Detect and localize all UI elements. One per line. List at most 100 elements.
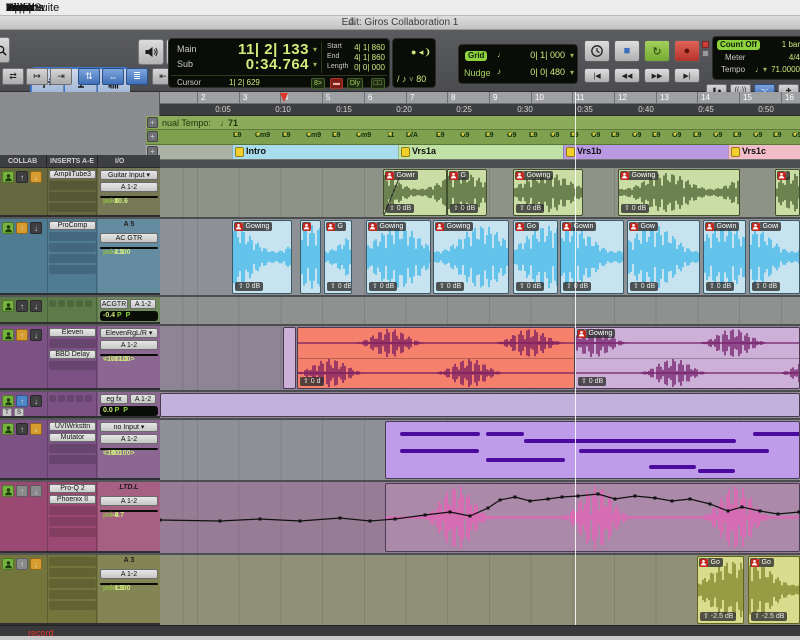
pre-roll-indicator[interactable]: 8> (311, 78, 325, 89)
bar-tick-16[interactable]: 16 (781, 92, 800, 104)
marker-flag-icon[interactable] (235, 147, 244, 157)
grid-note-icon[interactable]: ♩ (497, 50, 505, 59)
clip-gain-badge[interactable]: ⇧ -2.5 dB (751, 612, 787, 621)
insert-slot[interactable] (67, 395, 74, 402)
io-eg-fx[interactable]: eg fx (100, 394, 128, 404)
chord-symbol-G9[interactable]: ▼G9 (713, 132, 722, 139)
upload-arrow-icon[interactable]: ↑ (16, 222, 28, 234)
insert-procomp[interactable]: ProComp (49, 221, 96, 230)
download-arrow-icon[interactable]: ↓ (30, 423, 42, 435)
chord-symbol-E9[interactable]: ▼E9 (693, 132, 702, 139)
grid-value[interactable]: 0| 1| 000 (530, 50, 565, 60)
chord-symbol-Cm9[interactable]: ▼Cm9 (255, 132, 270, 139)
chord-symbol-E9[interactable]: ▼E9 (733, 132, 742, 139)
marker-region-vrs1a[interactable]: Vrs1a (398, 145, 563, 160)
insert-slot[interactable] (49, 455, 96, 464)
midi-note[interactable] (753, 432, 800, 436)
audio-clip[interactable]: ⇧ 0 d (297, 327, 575, 389)
bar-tick-6[interactable]: 6 (364, 92, 406, 104)
insert-eleven[interactable]: Eleven (49, 328, 96, 337)
collab-person-icon[interactable] (2, 558, 14, 570)
metronome-tempo-small[interactable]: / ♪ ˅ 80 (397, 74, 426, 84)
clip-gain-badge[interactable]: ⇧ 0 dB (578, 377, 606, 386)
collab-person-icon[interactable] (2, 329, 14, 341)
count-off-label[interactable]: Count Off (717, 40, 760, 50)
tempo-add-button[interactable]: + (147, 117, 158, 128)
grid-nudge-panel[interactable]: Grid ♩ 0| 1| 000 ▾ Nudge ♪ 0| 0| 480 ▾ (458, 44, 578, 84)
clip-gain-badge[interactable]: ⇧ 0 dB (706, 282, 734, 291)
chord-symbol-E9[interactable]: ▼E9 (611, 132, 620, 139)
insert-slot[interactable] (49, 568, 96, 577)
insert-slot[interactable] (49, 181, 96, 190)
sub-counter-value[interactable]: 0:34.764 (246, 56, 309, 73)
insert-uviwrksttn[interactable]: UVIWrksttn (49, 422, 96, 431)
audio-clip[interactable]: Gil Gowing⇧ 0 dB (513, 169, 583, 216)
chord-symbol-E9[interactable]: ▼E9 (652, 132, 661, 139)
collab-person-icon[interactable] (2, 222, 14, 234)
insert-slot[interactable] (49, 579, 96, 588)
bar-tick-3[interactable]: 3 (239, 92, 281, 104)
midi-note[interactable] (400, 449, 479, 453)
track-s-button[interactable]: S (14, 408, 24, 417)
chord-symbol-E9[interactable]: ▼E9 (332, 132, 341, 139)
insert-slot[interactable] (49, 557, 96, 566)
upload-arrow-icon[interactable]: ↑ (16, 329, 28, 341)
insert-mutator[interactable]: Mutator (49, 433, 96, 442)
time-tick-0:50[interactable]: 0:50 (758, 104, 774, 116)
insert-slot[interactable] (49, 339, 96, 348)
scrubber-tool-button[interactable] (138, 39, 164, 65)
collab-person-icon[interactable] (2, 485, 14, 497)
marker-region-vrs1c[interactable]: Vrs1c (728, 145, 800, 160)
tempo-ruler[interactable]: nual Tempo:♩71 (146, 116, 800, 130)
midi-note[interactable] (579, 449, 769, 453)
clip-gain-badge[interactable]: ⇧ 0 dB (327, 282, 352, 291)
track-header-6[interactable]: ↑↓UVIWrksttnMutatorno Input ▾A 1-2vol0.0… (0, 420, 160, 480)
online-button[interactable] (584, 40, 610, 62)
clip-gain-badge[interactable]: ⇧ 0 dB (563, 282, 591, 291)
volume-pan-display[interactable]: vol-4.7pan0 (100, 510, 158, 512)
audio-clip[interactable] (283, 327, 296, 389)
nudge-caret-icon[interactable]: ▾ (570, 68, 574, 77)
insert-slot[interactable] (49, 517, 96, 526)
playhead-marker[interactable] (280, 92, 289, 104)
chord-symbol-G9[interactable]: ▼G9 (792, 132, 800, 139)
clip-gain-badge[interactable]: ⇧ -2.5 dB (700, 612, 736, 621)
main-counter-panel[interactable]: Main 11| 2| 133 ▾ Sub 0:34.764 ▾ Start 4… (168, 38, 390, 88)
meter-indicator-icons[interactable]: □□ (371, 78, 385, 89)
insert-slot[interactable] (49, 192, 96, 201)
audio-clip[interactable]: Gil Gowin⇧ 0 dB (560, 220, 624, 294)
grid-label[interactable]: Grid (465, 51, 487, 61)
minsec-ruler[interactable]: 0:050:100:150:200:250:300:350:400:450:50 (160, 104, 800, 116)
insert-slot[interactable] (76, 300, 83, 307)
collab-person-icon[interactable] (2, 171, 14, 183)
download-arrow-icon[interactable]: ↓ (30, 222, 42, 234)
chord-symbol-G9[interactable]: ▼G9 (672, 132, 681, 139)
io-output[interactable]: A 1-2 (130, 394, 156, 404)
time-tick-0:20[interactable]: 0:20 (396, 104, 412, 116)
chord-symbol-G9[interactable]: ▼G9 (460, 132, 469, 139)
io-a-5[interactable]: A 5 (100, 221, 158, 228)
insert-slot[interactable] (58, 300, 65, 307)
collab-person-icon[interactable] (2, 423, 14, 435)
track-header-2[interactable]: ↑↓ProCompA 5AC GTRvol-2.1pan<100 (0, 219, 160, 295)
chord-symbol-11[interactable]: ▼11 (387, 132, 394, 139)
io-a-1-2[interactable]: A 1-2 (100, 340, 158, 350)
chord-symbol-E9[interactable]: ▼E9 (773, 132, 782, 139)
insert-phoenix-ii[interactable]: Phoenix II (49, 495, 96, 504)
sub-caret-icon[interactable]: ▾ (313, 60, 317, 69)
record-button[interactable]: ● (674, 40, 700, 62)
chord-symbol-E9[interactable]: ▼E9 (436, 132, 445, 139)
insert-slot[interactable] (49, 203, 96, 212)
edit-canvas[interactable]: Gil Gowir⇧ 0 dBGil G⇧ 0 dBGil Gowing⇧ 0 … (160, 160, 800, 625)
start-value[interactable]: 4| 1| 860 (354, 43, 385, 52)
audio-clip[interactable]: Gil (775, 169, 800, 216)
bar-tick-13[interactable]: 13 (656, 92, 698, 104)
io-acgtr[interactable]: ACGTR (100, 299, 128, 309)
time-tick-0:05[interactable]: 0:05 (215, 104, 231, 116)
volume-pan-display[interactable]: -0.4 P P (100, 311, 158, 321)
marker-region-intro[interactable]: Intro (232, 145, 398, 160)
tempo-label[interactable]: Tempo (721, 65, 745, 74)
length-value[interactable]: 0| 0| 000 (354, 63, 385, 72)
io-output[interactable]: A 1-2 (130, 299, 156, 309)
time-tick-0:45[interactable]: 0:45 (698, 104, 714, 116)
